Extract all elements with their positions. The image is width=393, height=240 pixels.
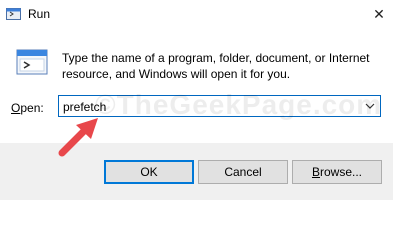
- browse-button[interactable]: Browse...: [292, 160, 382, 184]
- run-app-icon: [16, 49, 48, 75]
- cancel-button[interactable]: Cancel: [198, 160, 288, 184]
- dialog-description: Type the name of a program, folder, docu…: [62, 51, 370, 81]
- dropdown-caret-icon[interactable]: [363, 99, 377, 113]
- title-bar: Run ✕: [0, 0, 393, 30]
- open-label-text: pen:: [20, 101, 44, 115]
- close-button[interactable]: ✕: [365, 0, 393, 28]
- open-label-accelerator: O: [11, 101, 21, 115]
- open-input[interactable]: prefetch: [63, 100, 106, 114]
- run-icon: [6, 8, 21, 20]
- browse-accelerator: B: [311, 165, 320, 179]
- close-icon: ✕: [373, 5, 385, 22]
- ok-button[interactable]: OK: [104, 160, 194, 184]
- open-label: Open:: [11, 101, 44, 115]
- pointer-arrow-icon: [58, 118, 98, 157]
- browse-label: rowse...: [320, 165, 363, 179]
- window-title: Run: [28, 7, 51, 21]
